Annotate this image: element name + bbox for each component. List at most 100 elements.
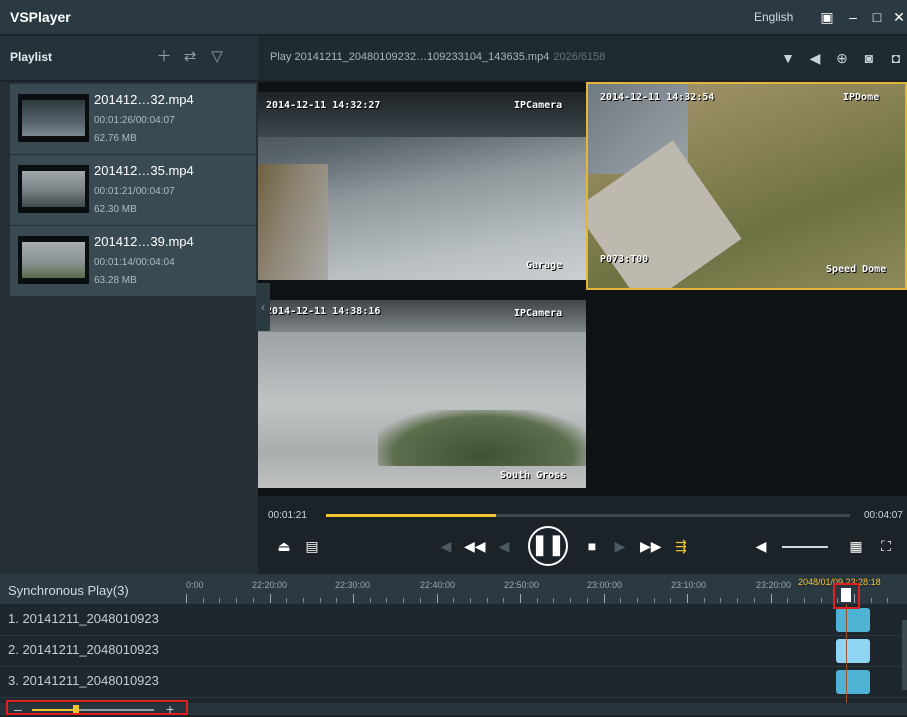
timeline-tick xyxy=(870,598,872,603)
audio-icon[interactable]: ◀ xyxy=(807,50,823,66)
language-selector[interactable]: English xyxy=(754,10,793,24)
sync-header: Synchronous Play(3) 0:00 22:20:00 22:30:… xyxy=(0,574,907,604)
timeline-tick xyxy=(753,598,755,603)
timeline-tick xyxy=(770,594,772,603)
snapshot-folder-icon[interactable]: ▤ xyxy=(304,536,320,556)
prev-file-icon[interactable]: ◀ xyxy=(438,536,454,556)
playlist-item-size: 63.28 MB xyxy=(94,275,137,286)
playlist: 201412…32.mp4 00:01:26/00:04:07 62.76 MB… xyxy=(0,82,258,574)
play-title: Play 20141211_20480109232…109233104_1436… xyxy=(270,51,605,63)
fullscreen-icon[interactable]: ⛶ xyxy=(878,536,894,556)
tick-label: 23:00:00 xyxy=(587,580,623,590)
fast-forward-icon[interactable]: ▶▶ xyxy=(640,536,662,556)
playlist-item-name: 201412…32.mp4 xyxy=(94,92,194,107)
timeline-scrollbar[interactable] xyxy=(902,620,907,690)
playlist-item[interactable]: 201412…39.mp4 00:01:14/00:04:04 63.28 MB xyxy=(10,226,256,296)
progress-bar[interactable] xyxy=(326,514,850,517)
tick-label: 0:00 xyxy=(186,580,204,590)
playlist-item[interactable]: 201412…32.mp4 00:01:26/00:04:07 62.76 MB xyxy=(10,84,256,154)
timeline-tick xyxy=(820,598,822,603)
track-label: 3. 20141211_2048010923 xyxy=(8,673,159,688)
step-back-icon[interactable]: ◀ xyxy=(496,536,512,556)
sync-track[interactable]: 3. 20141211_2048010923 xyxy=(0,667,907,698)
timeline-tick xyxy=(570,598,572,603)
minimize-icon[interactable]: – xyxy=(844,8,862,26)
timeline-tick xyxy=(202,598,204,603)
track-label: 1. 20141211_2048010923 xyxy=(8,611,159,626)
tick-label: 22:30:00 xyxy=(335,580,371,590)
track-segment[interactable] xyxy=(836,608,870,632)
video-thumbnail xyxy=(18,165,89,213)
timeline-tick xyxy=(703,598,705,603)
timeline-tick xyxy=(503,598,505,603)
sync-track[interactable]: 1. 20141211_2048010923 xyxy=(0,605,907,636)
timeline-tick xyxy=(887,598,889,603)
timeline-tick xyxy=(453,598,455,603)
progress-fill xyxy=(326,514,497,517)
stop-icon[interactable]: ■ xyxy=(584,536,600,556)
eject-icon[interactable]: ⏏ xyxy=(276,536,292,556)
timeline-tick xyxy=(787,598,789,603)
video-tile-1[interactable]: 2014-12-11 14:32:27 IPCamera Garage xyxy=(258,92,586,280)
timeline-tick xyxy=(586,598,588,603)
timeline-tick xyxy=(520,594,521,603)
current-time: 00:01:21 xyxy=(268,510,307,521)
timeline-tick xyxy=(803,598,805,603)
cam-label: Garage xyxy=(526,260,563,271)
tick-label: 23:20:00 xyxy=(756,580,792,590)
maximize-icon[interactable]: □ xyxy=(868,8,886,26)
playlist-item-size: 62.76 MB xyxy=(94,133,137,144)
playlist-title: Playlist xyxy=(10,50,53,64)
track-segment[interactable] xyxy=(836,670,870,694)
tick-label: 22:40:00 xyxy=(420,580,456,590)
cam-timestamp: 2014-12-11 14:38:16 xyxy=(266,306,381,317)
timeline-tick xyxy=(236,598,238,603)
title-bar: VSPlayer English ▣ – □ ✕ xyxy=(0,0,907,34)
playlist-item-time: 00:01:21/00:04:07 xyxy=(94,186,175,197)
timeline-tick xyxy=(436,594,438,603)
funnel-icon[interactable]: ▼ xyxy=(780,50,796,66)
close-icon[interactable]: ✕ xyxy=(890,8,907,26)
rewind-icon[interactable]: ◀◀ xyxy=(464,536,486,556)
menu-icon[interactable]: ▣ xyxy=(818,8,836,26)
track-label: 2. 20141211_2048010923 xyxy=(8,642,159,657)
video-header: Play 20141211_20480109232…109233104_1436… xyxy=(258,36,907,80)
volume-slider[interactable] xyxy=(782,546,828,548)
filter-icon[interactable]: ▽ xyxy=(207,47,227,67)
video-tile-3[interactable]: 2014-12-11 14:38:16 IPCamera South Gross xyxy=(258,300,586,488)
sync-settings-icon[interactable]: ⇶ xyxy=(672,536,690,556)
collapse-playlist-handle[interactable]: ‹ xyxy=(256,283,270,331)
timeline-tick xyxy=(369,598,371,603)
snapshot-icon[interactable]: ◙ xyxy=(861,50,877,66)
timeline-tick xyxy=(687,594,688,603)
loop-icon[interactable]: ⇄ xyxy=(180,47,200,67)
video-tile-2[interactable]: 2014-12-11 14:32:54 IPDome P073:T00 Spee… xyxy=(586,82,907,290)
sync-track[interactable]: 2. 20141211_2048010923 xyxy=(0,636,907,667)
tick-label: 23:10:00 xyxy=(671,580,707,590)
add-icon[interactable]: ＋ xyxy=(154,47,174,67)
timeline-tick xyxy=(670,598,672,603)
track-segment[interactable] xyxy=(836,639,870,663)
camera-icon[interactable]: ◘ xyxy=(888,50,904,66)
play-filename: Play 20141211_20480109232…109233104_1436… xyxy=(270,51,550,63)
volume-icon[interactable]: ◀ xyxy=(752,536,770,556)
playlist-header: Playlist ＋ ⇄ ▽ xyxy=(0,36,258,80)
grid-layout-icon[interactable]: ▦ xyxy=(848,536,864,556)
zoom-in-icon[interactable]: ⊕ xyxy=(834,50,850,66)
cam-label: Speed Dome xyxy=(826,264,887,275)
playlist-item[interactable]: 201412…35.mp4 00:01:21/00:04:07 62.30 MB xyxy=(10,155,256,225)
pause-button[interactable]: ❚❚ xyxy=(528,526,568,566)
timeline-tick xyxy=(653,598,655,603)
cam-position: P073:T00 xyxy=(600,254,649,265)
timeline-tick xyxy=(219,598,221,603)
step-forward-icon[interactable]: ▶ xyxy=(612,536,628,556)
timeline-tick xyxy=(252,598,254,603)
cam-name: IPDome xyxy=(843,92,880,103)
timeline-tick xyxy=(603,594,605,603)
timeline-tick xyxy=(386,598,388,603)
video-thumbnail xyxy=(18,236,89,284)
timeline-tick xyxy=(620,598,622,603)
cam-timestamp: 2014-12-11 14:32:54 xyxy=(600,92,715,103)
cam-name: IPCamera xyxy=(514,100,563,111)
playback-controls: 00:01:21 00:04:07 ⏏ ▤ ◀ ◀◀ ◀ ❚❚ ■ ▶ ▶▶ ⇶… xyxy=(258,496,907,574)
